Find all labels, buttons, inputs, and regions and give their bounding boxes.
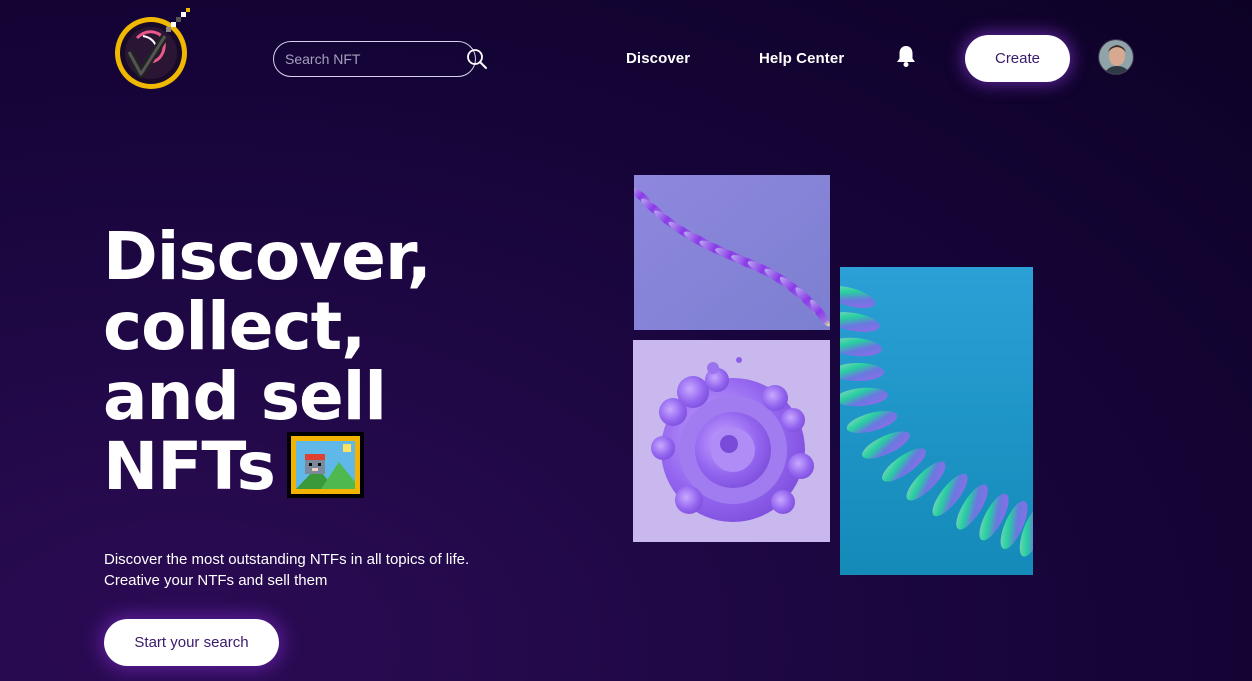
create-button[interactable]: Create <box>965 35 1070 82</box>
hero-title: Discover, collect, and sell NFTs <box>103 222 503 504</box>
search-box[interactable] <box>273 41 487 77</box>
hero-title-line-3: and sell <box>103 358 387 435</box>
notification-bell-icon[interactable] <box>895 44 917 68</box>
framed-picture-icon <box>286 431 364 498</box>
hero-title-line-2: collect, <box>103 288 366 365</box>
hero-title-line-1: Discover, <box>103 218 432 295</box>
hero-title-line-4-wrap: NFTs <box>103 432 503 504</box>
purple-wave-ribbon-art[interactable] <box>634 175 830 330</box>
hero-subtitle: Discover the most outstanding NTFs in al… <box>104 549 524 591</box>
teal-spiral-ribbon-art[interactable] <box>840 267 1033 575</box>
nav-help-center[interactable]: Help Center <box>759 50 844 67</box>
hero-subtitle-line-2: Creative your NTFs and sell them <box>104 572 328 589</box>
user-avatar[interactable] <box>1098 39 1134 75</box>
search-icon[interactable] <box>466 48 488 70</box>
search-input[interactable] <box>285 51 466 67</box>
nav-discover[interactable]: Discover <box>626 50 690 67</box>
hero-title-line-4: NFTs <box>103 428 276 505</box>
site-logo[interactable] <box>113 8 195 92</box>
purple-spiral-blob-art[interactable] <box>633 340 830 542</box>
start-search-button[interactable]: Start your search <box>104 619 279 666</box>
hero-subtitle-line-1: Discover the most outstanding NTFs in al… <box>104 551 470 568</box>
